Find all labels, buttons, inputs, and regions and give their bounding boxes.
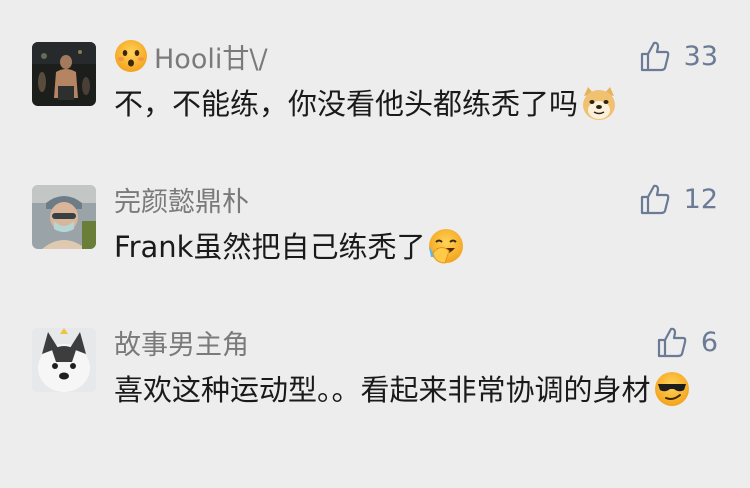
username-row: 完颜懿鼎朴 [114, 180, 249, 219]
comment-item: Hooli甘\/ 33 不，不能练，你没看他头都练秃了吗 [0, 0, 750, 150]
comment-body: Frank虽然把自己练秃了 [114, 230, 426, 264]
username[interactable]: Hooli甘\/ [154, 37, 268, 76]
comment-body: 不，不能练，你没看他头都练秃了吗 [114, 87, 579, 121]
like-count: 6 [700, 326, 718, 358]
username[interactable]: 故事男主角 [114, 323, 249, 362]
like-button[interactable]: 33 [640, 38, 718, 74]
comment-item: 完颜懿鼎朴 12 Frank虽然把自己练秃了 [0, 150, 750, 300]
like-button[interactable]: 6 [657, 324, 718, 360]
thumbs-up-icon [657, 327, 687, 358]
like-count: 33 [683, 40, 718, 72]
username-row: 故事男主角 [114, 323, 249, 362]
doge-emoji-icon [583, 87, 616, 120]
comment-item: 故事男主角 6 喜欢这种运动型。。看起来非常协调的身材 [0, 300, 750, 488]
comment-text: Frank虽然把自己练秃了 [114, 225, 714, 270]
avatar[interactable] [32, 328, 96, 392]
username[interactable]: 完颜懿鼎朴 [114, 180, 249, 219]
comment-body: 喜欢这种运动型。。看起来非常协调的身材 [114, 373, 651, 407]
facepalm-laugh-emoji-icon [429, 229, 464, 264]
thumbs-up-icon [640, 41, 669, 72]
like-count: 12 [683, 183, 718, 215]
username-row: Hooli甘\/ [114, 37, 268, 76]
sunglasses-smirk-emoji-icon [654, 372, 689, 406]
comment-text: 喜欢这种运动型。。看起来非常协调的身材 [114, 368, 694, 413]
surprised-face-emoji-icon [115, 40, 147, 72]
like-button[interactable]: 12 [640, 181, 718, 217]
thumbs-up-icon [640, 184, 669, 215]
comment-text: 不，不能练，你没看他头都练秃了吗 [114, 82, 714, 127]
avatar[interactable] [32, 42, 96, 106]
avatar[interactable] [32, 185, 96, 249]
